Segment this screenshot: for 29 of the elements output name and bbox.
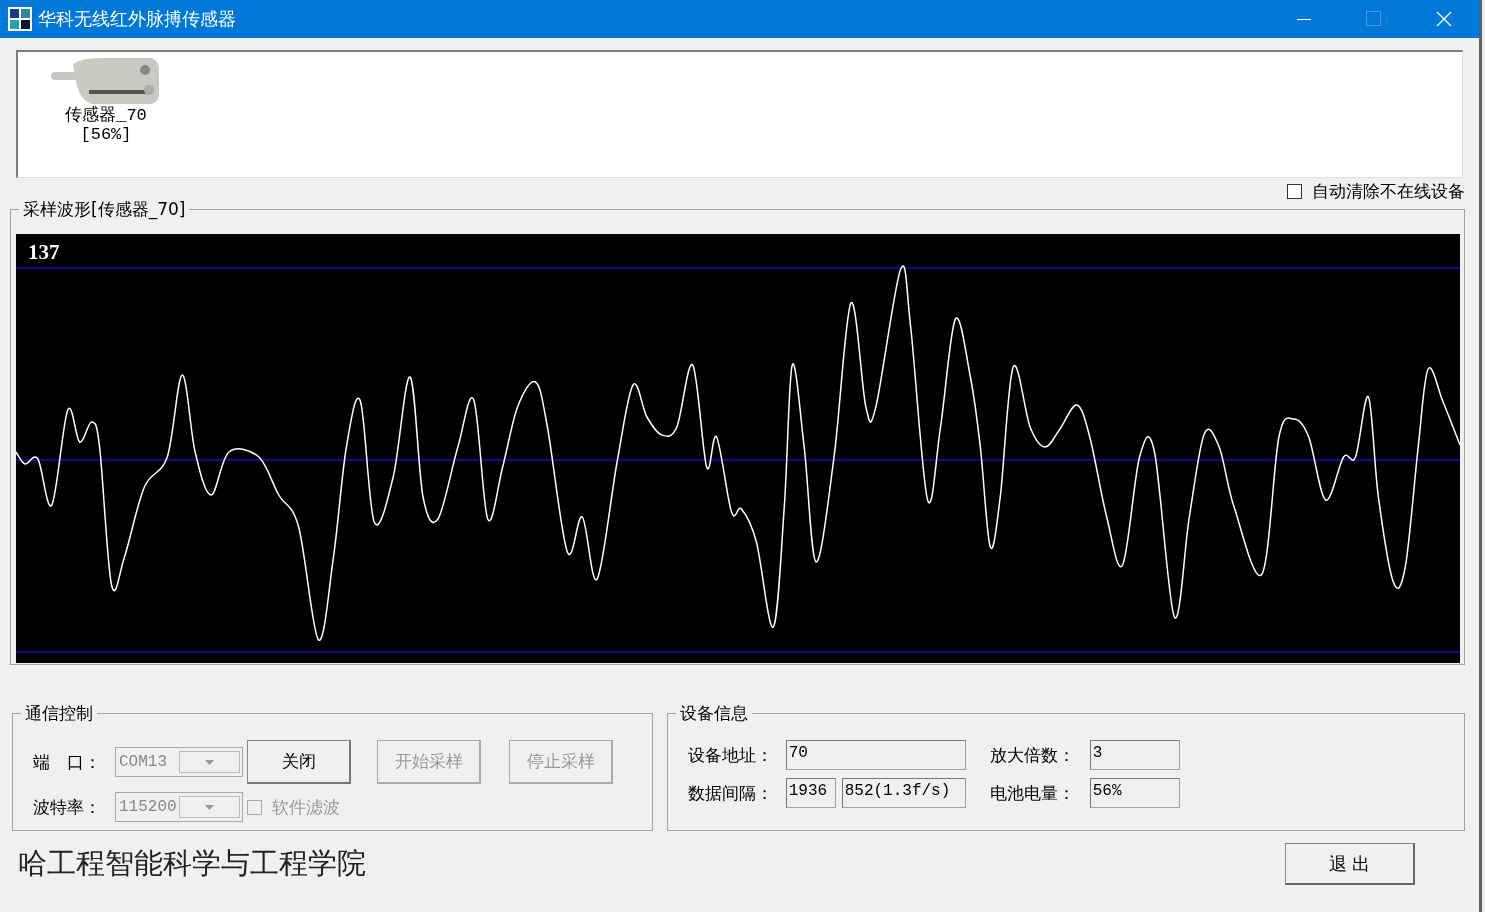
minimize-icon [1297, 18, 1311, 20]
checkbox[interactable] [1287, 183, 1302, 199]
peak-value: 137 [28, 240, 60, 265]
gain-field: 3 [1089, 740, 1180, 770]
port-label: 端 口： [33, 750, 102, 774]
baud-label: 波特率： [33, 795, 102, 819]
interval-label: 数据间隔： [687, 781, 774, 805]
battery-label: 电池电量： [989, 781, 1076, 805]
school-name: 哈工程智能科学与工程学院 [18, 845, 366, 882]
interval-field: 1936 [785, 778, 836, 808]
interval-field: 852(1.3f/s) [841, 778, 966, 808]
app-logo-icon [8, 7, 32, 31]
action-button[interactable]: 关闭 [247, 740, 351, 784]
gain-label: 放大倍数： [989, 743, 1076, 767]
filter-label: 软件滤波 [272, 795, 340, 819]
address-field: 70 [785, 740, 966, 770]
device-name: 传感器_70 [65, 106, 147, 125]
address-label: 设备地址： [687, 743, 774, 767]
auto-clear-label: 自动清除不在线设备 [1312, 179, 1465, 203]
window-title: 华科无线红外脉搏传感器 [38, 7, 237, 31]
waveform-title: 采样波形[传感器_70] [19, 198, 190, 220]
battery-field: 56% [1089, 778, 1180, 808]
close-icon [1436, 11, 1452, 27]
exit-button[interactable]: 退 出 [1285, 843, 1415, 885]
maximize-icon [1366, 11, 1382, 27]
sensor-clip-icon[interactable] [51, 56, 161, 106]
device-info-title: 设备信息 [675, 702, 752, 724]
device-battery: [56%] [80, 125, 132, 144]
comm-control-title: 通信控制 [21, 702, 97, 724]
